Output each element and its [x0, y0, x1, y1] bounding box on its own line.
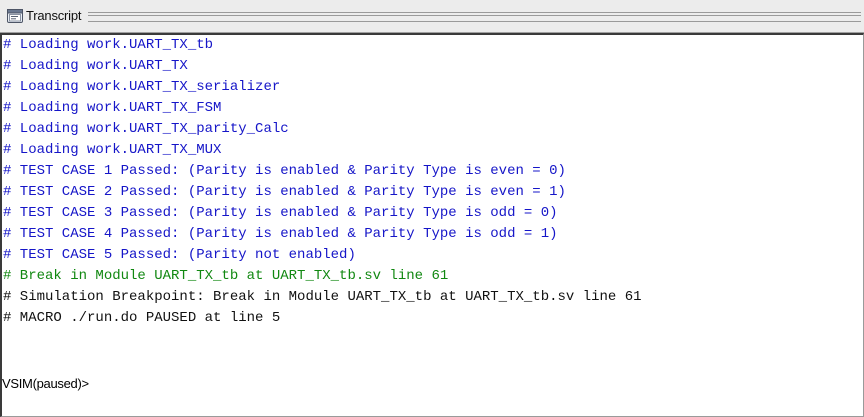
transcript-line: # Break in Module UART_TX_tb at UART_TX_… — [3, 268, 449, 284]
transcript-line: # TEST CASE 1 Passed: (Parity is enabled… — [3, 163, 566, 179]
transcript-line: # Simulation Breakpoint: Break in Module… — [3, 289, 642, 305]
window-title: Transcript — [26, 8, 82, 23]
transcript-line: # MACRO ./run.do PAUSED at line 5 — [3, 310, 281, 326]
transcript-lines: # Loading work.UART_TX_tb # Loading work.… — [2, 35, 642, 329]
transcript-line: # Loading work.UART_TX — [3, 58, 188, 74]
transcript-line: # Loading work.UART_TX_tb — [3, 37, 214, 53]
transcript-window: Transcript # Loading work.UART_TX_tb # Lo… — [0, 0, 864, 417]
transcript-line: # Loading work.UART_TX_MUX — [3, 142, 222, 158]
command-prompt[interactable]: VSIM(paused)> — [2, 376, 89, 391]
console-icon — [7, 9, 23, 23]
title-grip[interactable] — [88, 12, 861, 22]
transcript-line: # TEST CASE 4 Passed: (Parity is enabled… — [3, 226, 558, 242]
transcript-line: # TEST CASE 3 Passed: (Parity is enabled… — [3, 205, 558, 221]
transcript-line: # Loading work.UART_TX_FSM — [3, 100, 222, 116]
transcript-pane[interactable]: # Loading work.UART_TX_tb # Loading work.… — [0, 33, 864, 417]
transcript-line: # Loading work.UART_TX_parity_Calc — [3, 121, 289, 137]
title-bar[interactable]: Transcript — [0, 0, 864, 33]
transcript-line: # TEST CASE 5 Passed: (Parity not enable… — [3, 247, 356, 263]
transcript-line: # Loading work.UART_TX_serializer — [3, 79, 281, 95]
transcript-line: # TEST CASE 2 Passed: (Parity is enabled… — [3, 184, 566, 200]
